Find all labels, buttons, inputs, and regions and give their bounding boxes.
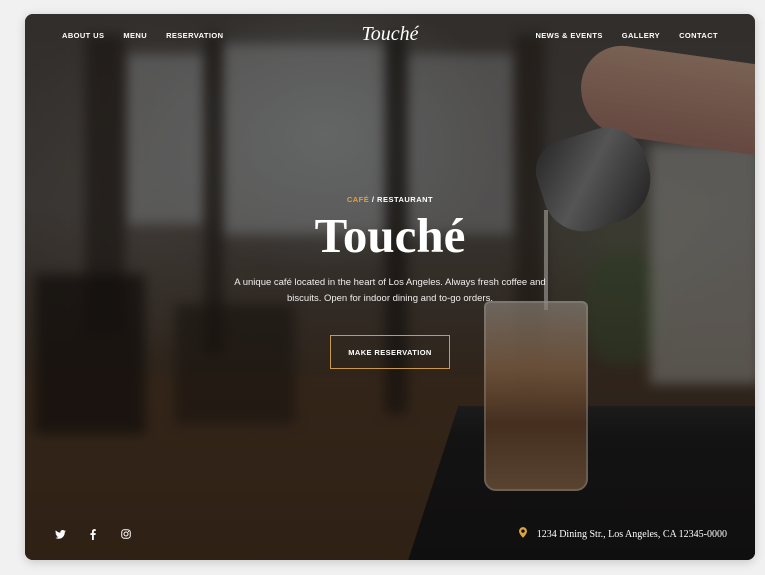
nav-right-group: NEWS & EVENTS GALLERY CONTACT xyxy=(516,31,718,40)
make-reservation-button[interactable]: MAKE RESERVATION xyxy=(330,335,450,369)
address-block: 1234 Dining Str., Los Angeles, CA 12345-… xyxy=(518,527,727,541)
hero-eyebrow: CAFÉ / RESTAURANT xyxy=(25,195,755,204)
location-pin-icon xyxy=(518,527,527,541)
nav-item-contact[interactable]: CONTACT xyxy=(679,31,718,40)
facebook-icon[interactable] xyxy=(86,527,100,541)
address-text: 1234 Dining Str., Los Angeles, CA 12345-… xyxy=(536,528,727,540)
top-navigation: ABOUT US MENU RESERVATION Touché NEWS & … xyxy=(25,14,755,58)
twitter-icon[interactable] xyxy=(53,527,67,541)
nav-item-news-events[interactable]: NEWS & EVENTS xyxy=(535,31,602,40)
eyebrow-accent: CAFÉ xyxy=(346,195,370,204)
hero-title: Touché xyxy=(314,208,466,263)
eyebrow-rest: RESTAURANT xyxy=(377,195,434,204)
social-links xyxy=(53,527,133,541)
page-frame: ABOUT US MENU RESERVATION Touché NEWS & … xyxy=(25,14,755,560)
nav-item-gallery[interactable]: GALLERY xyxy=(622,31,660,40)
eyebrow-separator: / xyxy=(369,195,378,204)
instagram-icon[interactable] xyxy=(119,527,133,541)
hero-description: A unique café located in the heart of Lo… xyxy=(234,277,546,304)
